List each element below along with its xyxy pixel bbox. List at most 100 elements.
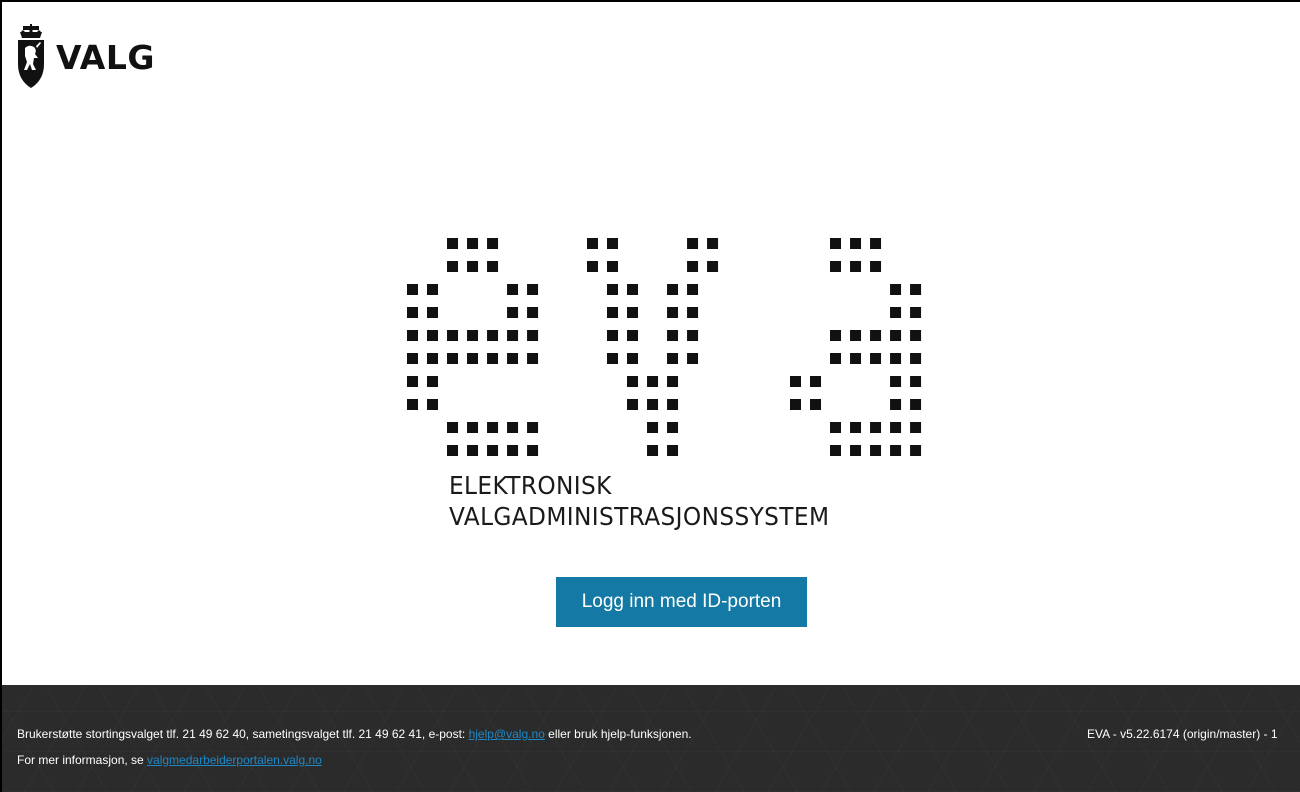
eva-dot [910, 445, 922, 456]
eva-dot [830, 422, 842, 433]
eva-dot [890, 376, 902, 387]
eva-dot [407, 284, 418, 295]
eva-dot [910, 399, 922, 410]
eva-dot [647, 399, 659, 410]
eva-dot [890, 307, 902, 318]
eva-dot [910, 422, 922, 433]
eva-dot [607, 307, 619, 318]
eva-dot [527, 307, 539, 318]
eva-dot [870, 422, 882, 433]
eva-dot [870, 330, 882, 341]
eva-dot [467, 445, 479, 456]
eva-dot [507, 307, 519, 318]
eva-dot [607, 353, 619, 364]
support-prefix: Brukerstøtte stortingsvalget tlf. 21 49 … [17, 727, 469, 741]
eva-dot [507, 422, 519, 433]
eva-dot [407, 399, 418, 410]
eva-dot [507, 284, 519, 295]
eva-dot [687, 261, 699, 272]
eva-dot [910, 353, 922, 364]
eva-dot [487, 261, 499, 272]
eva-dot [467, 353, 479, 364]
eva-dot [627, 376, 639, 387]
version-label: EVA - v5.22.6174 (origin/master) - 1 [1087, 727, 1278, 741]
eva-dot [647, 376, 659, 387]
support-suffix: eller bruk hjelp-funksjonen. [544, 727, 692, 741]
eva-dot [667, 376, 679, 387]
eva-dot [487, 330, 499, 341]
eva-dot [890, 353, 902, 364]
eva-dot [507, 353, 519, 364]
eva-dot [870, 353, 882, 364]
eva-dot [427, 307, 439, 318]
eva-dot [830, 261, 842, 272]
eva-dot [427, 284, 439, 295]
eva-dot [810, 376, 822, 387]
eva-dot [890, 445, 902, 456]
eva-dot [910, 284, 922, 295]
eva-dot [790, 399, 801, 410]
eva-dot [627, 330, 639, 341]
eva-dot [527, 284, 539, 295]
support-email-link[interactable]: hjelp@valg.no [469, 727, 545, 741]
eva-dot [890, 399, 902, 410]
eva-dot [707, 238, 719, 249]
eva-dot [667, 399, 679, 410]
eva-dot [447, 353, 459, 364]
eva-dot [407, 330, 418, 341]
system-subtitle: ELEKTRONISK VALGADMINISTRASJONSSYSTEM [449, 470, 829, 532]
info-portal-link[interactable]: valgmedarbeiderportalen.valg.no [147, 753, 322, 767]
eva-letter-a [790, 238, 922, 456]
eva-dot [527, 330, 539, 341]
eva-dot [427, 399, 439, 410]
footer-info-text: For mer informasjon, se valgmedarbeiderp… [17, 753, 322, 767]
eva-dot [870, 445, 882, 456]
valg-home-link[interactable]: VALG [14, 24, 155, 90]
eva-dot [487, 353, 499, 364]
eva-dot [587, 238, 598, 249]
info-prefix: For mer informasjon, se [17, 753, 148, 767]
login-idporten-button[interactable]: Logg inn med ID-porten [556, 577, 807, 627]
eva-dot [587, 261, 598, 272]
eva-dot [687, 238, 699, 249]
eva-dot [910, 330, 922, 341]
eva-dot [850, 238, 862, 249]
eva-dot [467, 330, 479, 341]
eva-dot [627, 353, 639, 364]
eva-dot [487, 238, 499, 249]
eva-dot [890, 330, 902, 341]
eva-dot [810, 399, 822, 410]
eva-dot [447, 445, 459, 456]
eva-dot [627, 307, 639, 318]
eva-dot [647, 422, 659, 433]
eva-dot [830, 238, 842, 249]
eva-dot [407, 353, 418, 364]
eva-dot [830, 330, 842, 341]
brand-text: VALG [56, 37, 155, 77]
eva-dot [687, 353, 699, 364]
eva-dot [830, 445, 842, 456]
eva-dot [850, 422, 862, 433]
eva-dot [850, 353, 862, 364]
eva-dot [467, 238, 479, 249]
eva-dot [427, 353, 439, 364]
eva-dot [850, 261, 862, 272]
eva-dot [607, 284, 619, 295]
subtitle-line-1: ELEKTRONISK [449, 471, 612, 500]
eva-dot [467, 422, 479, 433]
eva-dot [607, 238, 619, 249]
eva-dot [527, 353, 539, 364]
eva-dot [487, 422, 499, 433]
eva-dot [910, 307, 922, 318]
eva-dot [667, 330, 679, 341]
eva-dot [890, 284, 902, 295]
eva-dot [667, 307, 679, 318]
footer-support-text: Brukerstøtte stortingsvalget tlf. 21 49 … [17, 727, 692, 741]
eva-logo-svg [407, 238, 922, 456]
coat-of-arms-icon [14, 24, 48, 90]
eva-dot [870, 261, 882, 272]
eva-dot [467, 261, 479, 272]
subtitle-line-2: VALGADMINISTRASJONSSYSTEM [449, 502, 830, 531]
eva-dot [507, 330, 519, 341]
footer: Brukerstøtte stortingsvalget tlf. 21 49 … [0, 685, 1300, 792]
